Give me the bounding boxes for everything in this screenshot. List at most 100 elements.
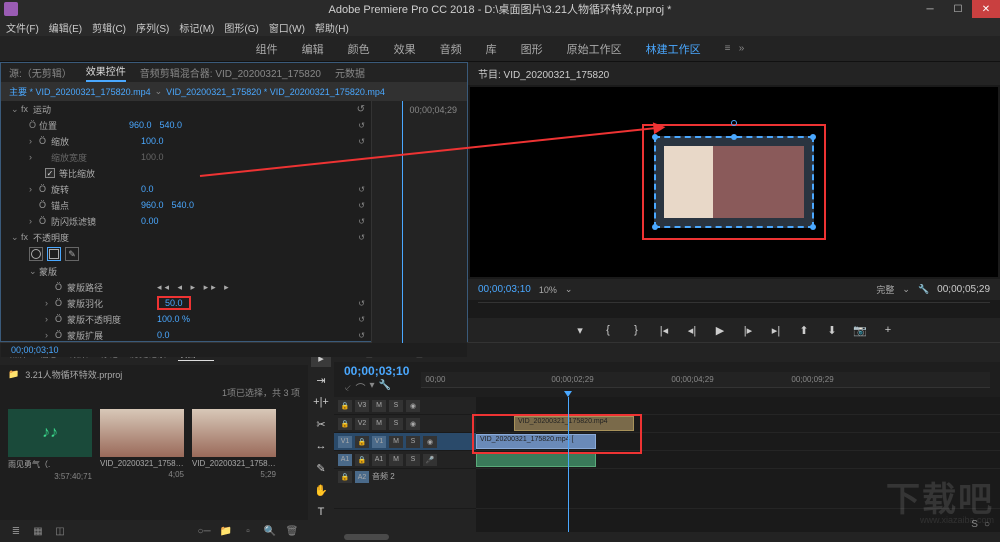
anchor-y-value[interactable]: 540.0 [172, 200, 195, 210]
timeline-playhead[interactable] [568, 397, 569, 532]
in-point-button[interactable]: { [599, 322, 617, 338]
chevron-down-icon[interactable]: ⌄ [565, 284, 573, 295]
mask-handle-tm[interactable] [731, 134, 737, 140]
mask-handle-tl[interactable] [652, 134, 658, 140]
track-lock[interactable]: 🔒 [355, 454, 369, 466]
ws-tab-lib[interactable]: 库 [486, 41, 497, 57]
prop-scale[interactable]: 缩放 [51, 135, 141, 148]
track-toggle[interactable]: ◉ [406, 400, 420, 412]
tab-source[interactable]: 源:（无剪辑） [9, 65, 72, 80]
settings-icon[interactable]: 🔧 [379, 380, 391, 395]
settings-button[interactable]: + [879, 322, 897, 338]
snap-icon[interactable]: ⸔ [344, 380, 352, 395]
prop-mask-opacity[interactable]: 蒙版不透明度 [67, 313, 157, 326]
track-toggle[interactable]: ◉ [423, 436, 437, 448]
menu-edit[interactable]: 编辑(E) [49, 20, 82, 35]
freeform-view-button[interactable]: ◫ [52, 524, 68, 538]
mask-handle-br[interactable] [810, 224, 816, 230]
menu-sequence[interactable]: 序列(S) [136, 20, 169, 35]
ws-tab-color[interactable]: 颜色 [348, 41, 370, 57]
track-solo[interactable]: S [406, 454, 420, 466]
keyframe-icon[interactable]: ↺ [358, 315, 365, 324]
menu-file[interactable]: 文件(F) [6, 20, 39, 35]
track-target[interactable]: V1 [372, 436, 386, 448]
prop-motion[interactable]: 运动 [33, 103, 123, 116]
mask-handle-bl[interactable] [652, 224, 658, 230]
mask-ellipse-button[interactable] [29, 247, 43, 261]
track-mute[interactable]: M [372, 418, 386, 430]
tab-metadata[interactable]: 元数据 [335, 65, 365, 80]
mask-rotate-handle[interactable] [731, 120, 737, 126]
program-zoom[interactable]: 10% [539, 285, 557, 295]
timeline-scrollbar[interactable] [334, 532, 1000, 542]
timeline-timecode[interactable]: 00;00;03;10 [344, 364, 409, 378]
mask-track-controls[interactable]: ◂◂ ◂ ▸ ▸▸ ▸ [157, 282, 232, 293]
mask-handle-tr[interactable] [810, 134, 816, 140]
new-bin-button[interactable]: 📁 [218, 524, 234, 538]
menu-help[interactable]: 帮助(H) [315, 20, 349, 35]
bin-icon[interactable]: 📁 [8, 369, 19, 380]
antiflicker-value[interactable]: 0.00 [141, 216, 159, 226]
track-mute[interactable]: M [372, 400, 386, 412]
ws-tab-audio[interactable]: 音频 [440, 41, 462, 57]
ws-tab-effects[interactable]: 效果 [394, 41, 416, 57]
prop-opacity[interactable]: 不透明度 [33, 231, 123, 244]
tab-effect-controls[interactable]: 效果控件 [86, 63, 126, 82]
effect-playhead[interactable] [402, 101, 403, 343]
out-point-button[interactable]: } [627, 322, 645, 338]
marker-button[interactable]: ▾ [571, 322, 589, 338]
track-target[interactable]: A1 [372, 454, 386, 466]
track-voice[interactable]: 🎤 [423, 454, 437, 466]
step-forward-button[interactable]: |▸ [739, 322, 757, 338]
keyframe-icon[interactable]: ↺ [358, 217, 365, 226]
keyframe-icon[interactable]: ↺ [358, 121, 365, 130]
keyframe-icon[interactable]: ↺ [358, 201, 365, 210]
keyframe-icon[interactable]: ↺ [358, 185, 365, 194]
razor-tool[interactable]: ✂ [311, 415, 331, 433]
go-start-button[interactable]: |◂ [655, 322, 673, 338]
track-lock[interactable]: 🔒 [338, 418, 352, 430]
track-select-tool[interactable]: ⇥ [311, 371, 331, 389]
icon-view-button[interactable]: ▦ [30, 524, 46, 538]
rotation-value[interactable]: 0.0 [141, 184, 154, 194]
reset-icon[interactable]: ↺ [357, 104, 365, 115]
pos-y-value[interactable]: 540.0 [160, 120, 183, 130]
track-source[interactable]: A1 [338, 454, 352, 466]
program-quality[interactable]: 完整 [876, 283, 894, 296]
search-icon[interactable]: 🔍 [262, 524, 278, 538]
hand-tool[interactable]: ✋ [311, 481, 331, 499]
ws-tab-original[interactable]: 原始工作区 [567, 41, 622, 57]
mask-opacity-value[interactable]: 100.0 % [157, 314, 190, 324]
track-target[interactable]: V2 [355, 418, 369, 430]
pen-tool[interactable]: ✎ [311, 459, 331, 477]
track-solo[interactable]: S [406, 436, 420, 448]
wrench-icon[interactable]: 🔧 [918, 284, 929, 295]
anchor-x-value[interactable]: 960.0 [141, 200, 164, 210]
mask-feather-value[interactable]: 50.0 [157, 296, 191, 310]
track-toggle[interactable]: ◉ [406, 418, 420, 430]
prop-mask-feather[interactable]: 蒙版羽化 [67, 297, 157, 310]
new-item-button[interactable]: ▫ [240, 524, 256, 538]
menu-graphics[interactable]: 图形(G) [224, 20, 258, 35]
maximize-button[interactable]: ☐ [944, 0, 972, 18]
project-item[interactable]: 雨见勇气（. 3:57:40;71 [8, 409, 92, 512]
export-frame-button[interactable]: 📷 [851, 322, 869, 338]
slip-tool[interactable]: ↔ [311, 437, 331, 455]
zoom-slider[interactable]: ○─ [196, 524, 212, 538]
prop-mask[interactable]: 蒙版 [39, 265, 129, 278]
track-mute[interactable]: M [389, 436, 403, 448]
menu-clip[interactable]: 剪辑(C) [92, 20, 126, 35]
keyframe-icon[interactable]: ↺ [358, 331, 365, 340]
ws-overflow-icon[interactable]: ≡ » [725, 43, 745, 54]
extract-button[interactable]: ⬇ [823, 322, 841, 338]
go-end-button[interactable]: ▸| [767, 322, 785, 338]
play-button[interactable]: ▶ [711, 322, 729, 338]
ws-tab-graphics[interactable]: 图形 [521, 41, 543, 57]
track-target[interactable]: A2 [355, 471, 369, 483]
project-item[interactable]: VID_20200321_175820 5;29 [192, 409, 276, 512]
menu-marker[interactable]: 标记(M) [179, 20, 214, 35]
lift-button[interactable]: ⬆ [795, 322, 813, 338]
ws-tab-custom[interactable]: 林建工作区 [646, 41, 701, 57]
prop-antiflicker[interactable]: 防闪烁滤镜 [51, 215, 141, 228]
program-scrubber[interactable] [478, 302, 990, 316]
